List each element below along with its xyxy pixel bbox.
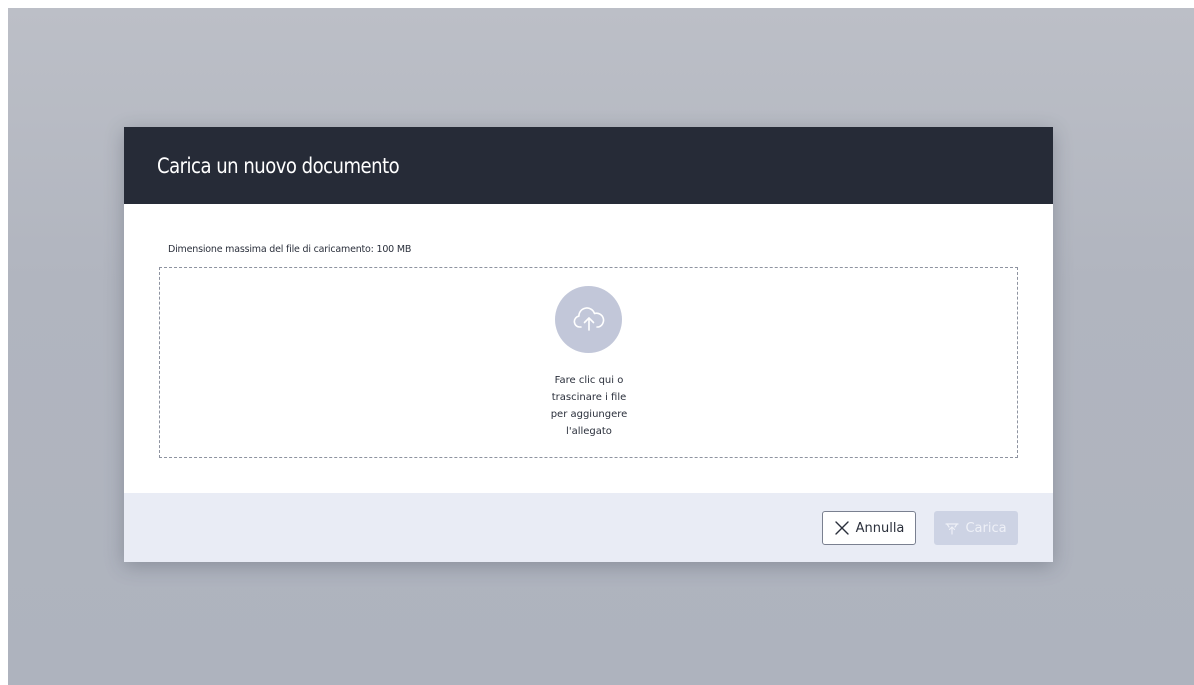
upload-circle [555, 286, 622, 353]
file-dropzone[interactable]: Fare clic qui o trascinare i file per ag… [159, 267, 1018, 458]
dropzone-line: l'allegato [566, 426, 612, 437]
upload-icon [945, 521, 960, 535]
dropzone-line: per aggiungere [550, 409, 628, 420]
cloud-upload-icon [572, 306, 606, 333]
dropzone-line: Fare clic qui o [554, 375, 624, 386]
dropzone-instructions: Fare clic qui o trascinare i file per ag… [514, 372, 664, 440]
close-icon [834, 520, 850, 536]
dialog-body: Dimensione massima del file di caricamen… [124, 204, 1053, 493]
upload-button-label: Carica [965, 520, 1007, 536]
dialog-header: Carica un nuovo documento [124, 127, 1053, 204]
cancel-button-label: Annulla [855, 520, 905, 536]
cancel-button[interactable]: Annulla [822, 511, 916, 545]
max-file-size-note: Dimensione massima del file di caricamen… [168, 244, 412, 255]
dialog-title: Carica un nuovo documento [157, 153, 400, 178]
dropzone-line: trascinare i file [551, 392, 627, 403]
upload-dialog: Carica un nuovo documento Dimensione mas… [124, 127, 1053, 562]
dialog-footer: Annulla Carica [124, 493, 1053, 562]
upload-button[interactable]: Carica [934, 511, 1018, 545]
